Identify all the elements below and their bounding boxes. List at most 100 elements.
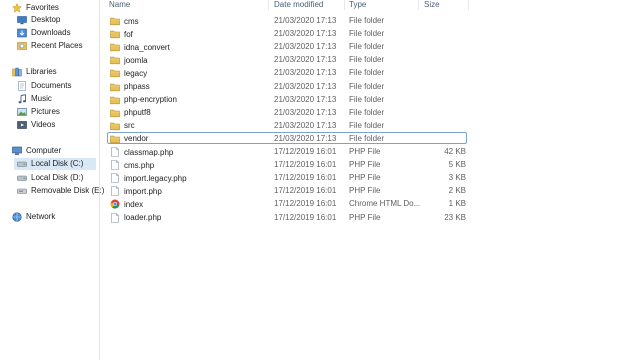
file-type: PHP File [349, 160, 381, 170]
file-row[interactable]: index 17/12/2019 16:01 Chrome HTML Do... 1 … [107, 197, 467, 209]
file-size [424, 54, 466, 66]
file-size: 1 KB [448, 199, 466, 209]
file-size: 42 KB [444, 147, 466, 156]
nav-computer[interactable]: Computer [12, 145, 61, 157]
column-divider[interactable] [468, 0, 469, 10]
file-row[interactable]: import.php 17/12/2019 16:01 PHP File 2 KB [107, 184, 467, 197]
column-header-type[interactable]: Type [349, 0, 366, 10]
file-size [424, 133, 466, 145]
file-date-modified: 17/12/2019 16:01 [274, 173, 337, 183]
file-name-cell[interactable]: idna_convert [110, 41, 268, 53]
file-name-cell[interactable]: cms.php [110, 159, 268, 171]
nav-item-desktop[interactable]: Desktop [17, 14, 60, 26]
file-date-modified: 21/03/2020 17:13 [274, 68, 337, 78]
file-size [424, 81, 466, 93]
php-file-icon [110, 186, 120, 197]
file-type: Chrome HTML Do... [349, 199, 421, 209]
network-icon [12, 212, 22, 222]
nav-item-local-disk-c[interactable]: Local Disk (C:) [14, 158, 96, 170]
computer-icon [12, 146, 22, 156]
file-name-cell[interactable]: phputf8 [110, 107, 268, 119]
file-date-modified: 21/03/2020 17:13 [274, 81, 337, 91]
file-row[interactable]: classmap.php 17/12/2019 16:01 PHP File 42 K… [107, 145, 467, 157]
local-disk-icon [17, 173, 27, 183]
nav-item-label: Music [31, 94, 52, 103]
nav-item-documents[interactable]: Documents [17, 80, 71, 92]
removable-disk-icon [17, 186, 27, 196]
file-name-cell[interactable]: phpass [110, 81, 268, 93]
folder-icon [110, 42, 120, 52]
file-size: 5 KB [448, 160, 466, 170]
file-name-cell[interactable]: php-encryption [110, 94, 268, 106]
file-name-cell[interactable]: cms [110, 15, 268, 27]
file-name: import.legacy.php [124, 173, 187, 183]
file-name-cell[interactable]: src [110, 120, 268, 132]
file-row[interactable]: fof 21/03/2020 17:13 File folder [107, 27, 467, 39]
file-name-cell[interactable]: joomla [110, 54, 268, 66]
file-name-cell[interactable]: legacy [110, 67, 268, 79]
nav-item-label: Recent Places [31, 41, 83, 50]
column-header-size[interactable]: Size [424, 0, 440, 10]
file-date-modified: 17/12/2019 16:01 [274, 160, 337, 170]
file-row[interactable]: cms.php 17/12/2019 16:01 PHP File 5 KB [107, 158, 467, 170]
file-type: File folder [349, 120, 385, 130]
file-name-cell[interactable]: classmap.php [110, 146, 268, 158]
file-row[interactable]: legacy 21/03/2020 17:13 File folder [107, 66, 467, 78]
file-date-modified: 21/03/2020 17:13 [274, 55, 337, 65]
file-type: PHP File [349, 186, 381, 196]
nav-item-recent-places[interactable]: Recent Places [17, 40, 83, 52]
folder-icon [110, 55, 120, 65]
file-row[interactable]: phpass 21/03/2020 17:13 File folder [107, 80, 467, 92]
navigation-pane[interactable]: Favorites Desktop Downloads Recent Place… [0, 0, 104, 360]
nav-libraries[interactable]: Libraries [12, 66, 57, 78]
file-type: File folder [349, 81, 385, 91]
file-name: cms.php [124, 160, 155, 170]
column-divider[interactable] [344, 0, 345, 10]
php-file-icon [110, 173, 120, 183]
file-row[interactable]: phputf8 21/03/2020 17:13 File folder [107, 106, 467, 118]
file-row[interactable]: src 21/03/2020 17:13 File folder [107, 119, 467, 131]
nav-item-removable-disk-e[interactable]: Removable Disk (E:) [17, 185, 104, 197]
file-row[interactable]: cms 21/03/2020 17:13 File folder [107, 14, 467, 26]
nav-item-music[interactable]: Music [17, 93, 52, 105]
file-name-cell[interactable]: vendor [110, 133, 268, 145]
column-header-name[interactable]: Name [109, 0, 130, 10]
file-row[interactable]: php-encryption 21/03/2020 17:13 File folde… [107, 93, 467, 105]
column-header-date-modified[interactable]: Date modified [274, 0, 323, 10]
documents-icon [17, 81, 27, 91]
file-row[interactable]: joomla 21/03/2020 17:13 File folder [107, 53, 467, 65]
file-name: idna_convert [124, 42, 170, 52]
nav-item-label: Local Disk (C:) [31, 159, 84, 168]
file-name: php-encryption [124, 95, 177, 105]
file-name: joomla [124, 55, 148, 65]
nav-item-label: Downloads [31, 28, 71, 37]
nav-favorites[interactable]: Favorites [12, 2, 59, 14]
file-size [424, 107, 466, 119]
column-divider[interactable] [268, 0, 269, 10]
nav-item-label: Desktop [31, 15, 61, 24]
file-row[interactable]: idna_convert 21/03/2020 17:13 File folder [107, 40, 467, 52]
column-divider[interactable] [418, 0, 419, 10]
file-row[interactable]: import.legacy.php 17/12/2019 16:01 PHP Fil… [107, 171, 467, 183]
file-name-cell[interactable]: import.legacy.php [110, 172, 268, 184]
nav-item-label: Removable Disk (E:) [31, 186, 105, 195]
nav-item-videos[interactable]: Videos [17, 119, 55, 131]
file-row[interactable]: vendor 21/03/2020 17:13 File folder [107, 131, 467, 145]
file-name-cell[interactable]: loader.php [110, 212, 268, 224]
nav-favorites-label: Favorites [26, 3, 59, 12]
nav-item-local-disk-d[interactable]: Local Disk (D:) [17, 172, 83, 184]
favorites-star-icon [12, 3, 22, 13]
nav-item-downloads[interactable]: Downloads [17, 27, 71, 39]
file-size: 23 KB [444, 212, 466, 222]
nav-network[interactable]: Network [12, 211, 55, 223]
file-name-cell[interactable]: import.php [110, 185, 268, 197]
file-row[interactable]: loader.php 17/12/2019 16:01 PHP File 23 KB [107, 211, 467, 223]
nav-item-pictures[interactable]: Pictures [17, 106, 60, 118]
file-name-cell[interactable]: index [110, 198, 268, 210]
file-name: legacy [124, 68, 148, 78]
pictures-icon [17, 107, 27, 117]
folder-icon [110, 95, 120, 105]
file-date-modified: 17/12/2019 16:01 [274, 212, 337, 222]
file-name-cell[interactable]: fof [110, 28, 268, 40]
file-name: vendor [124, 134, 149, 144]
